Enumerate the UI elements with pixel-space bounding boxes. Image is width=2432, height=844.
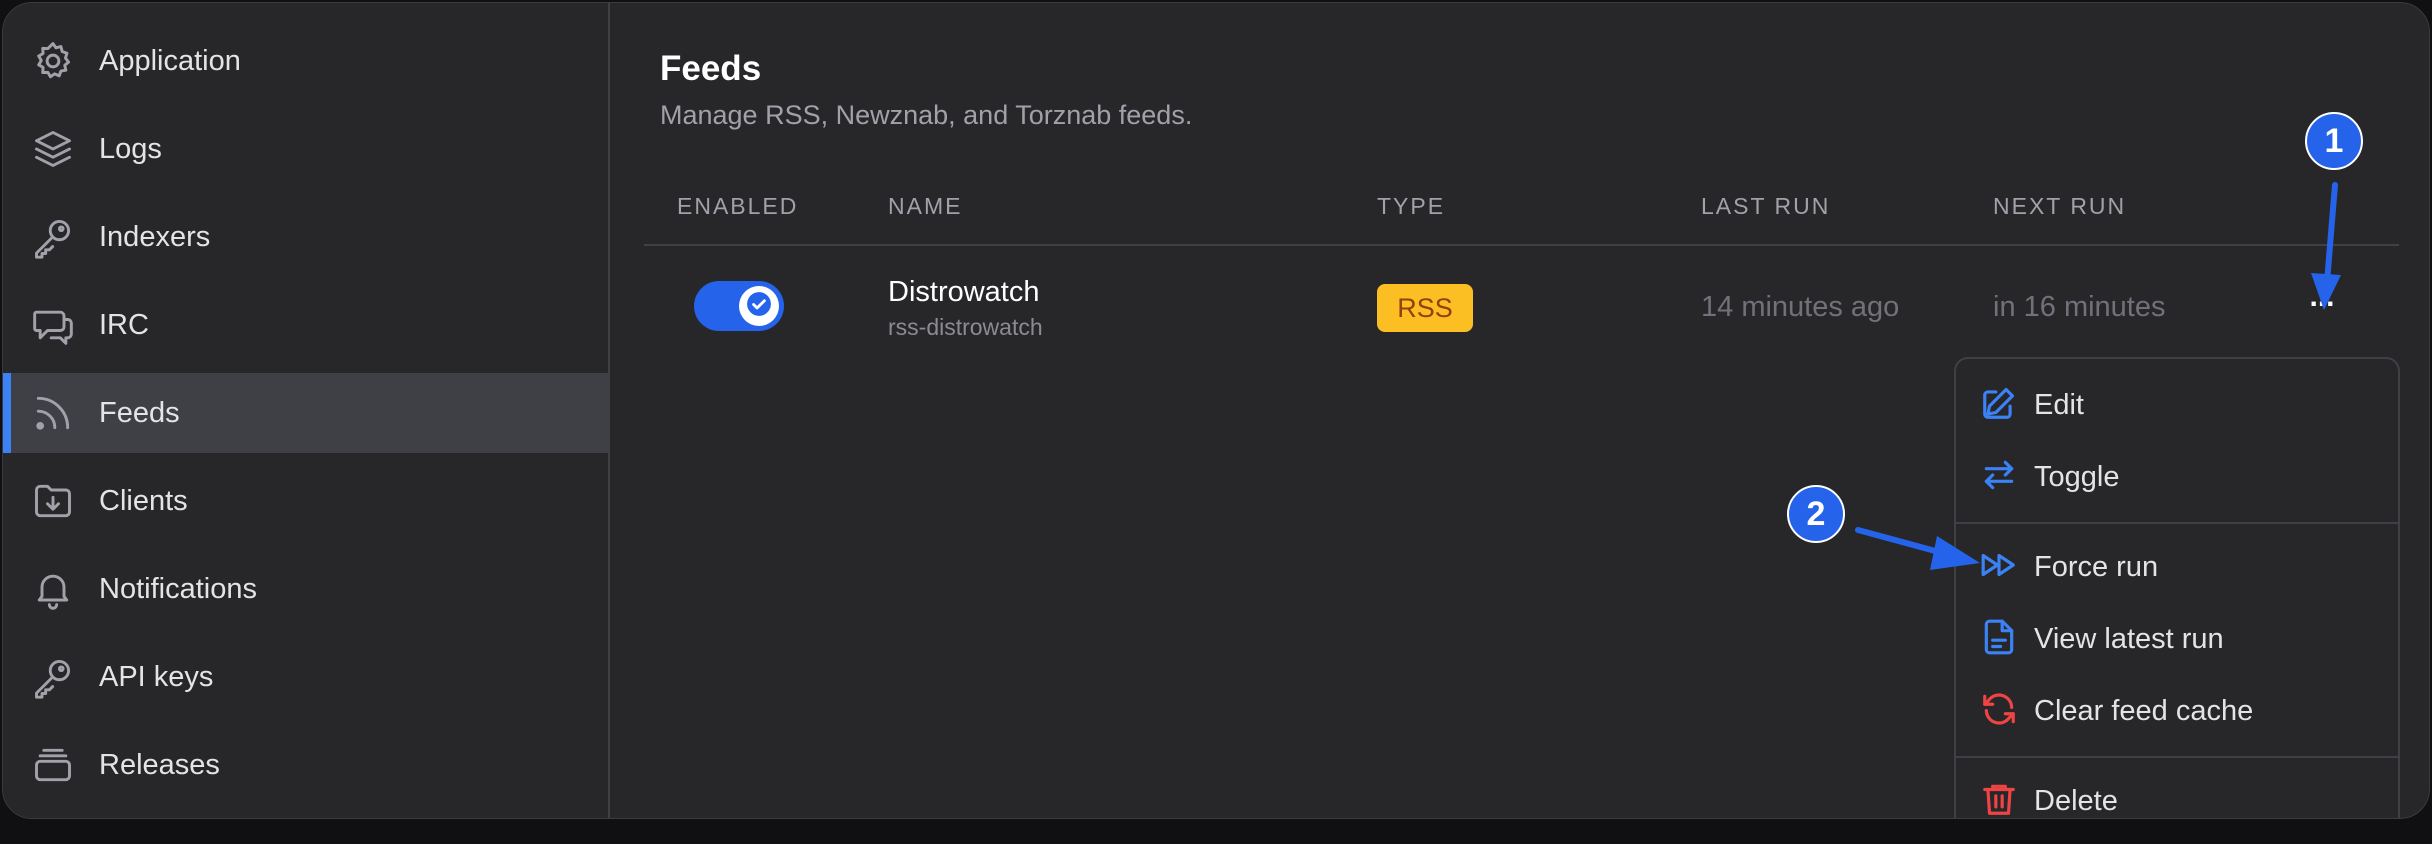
sidebar-item-label: Logs [99, 132, 162, 165]
rss-icon [29, 389, 77, 437]
column-header-next-run[interactable]: NEXT RUN [1993, 193, 2126, 220]
key-icon [29, 653, 77, 701]
annotation-step-1: 1 [2305, 112, 2363, 170]
menu-divider [1956, 522, 2398, 524]
menu-item-label: Force run [2034, 550, 2159, 583]
forward-icon [1980, 546, 2018, 589]
arrows-right-left-icon [1980, 456, 2018, 499]
feed-identifier: rss-distrowatch [888, 314, 1043, 340]
menu-item-label: Edit [2034, 388, 2084, 421]
folder-download-icon [29, 477, 77, 525]
gear-icon [29, 37, 77, 85]
page-title: Feeds [660, 49, 762, 88]
sidebar-item-label: API keys [99, 660, 214, 693]
sidebar-item-irc[interactable]: IRC [3, 285, 608, 365]
sidebar-item-label: Indexers [99, 220, 211, 253]
trash-icon [1980, 780, 2018, 819]
column-header-enabled[interactable]: ENABLED [677, 193, 798, 220]
menu-item-delete[interactable]: Delete [1956, 769, 2398, 819]
page-subtitle: Manage RSS, Newznab, and Torznab feeds. [660, 100, 1193, 130]
next-run-value: in 16 minutes [1993, 291, 2166, 323]
settings-sidebar: Application Logs Indexers IRC Feeds Clie… [3, 3, 610, 818]
table-header-divider [644, 244, 2399, 246]
feeds-panel: Feeds Manage RSS, Newznab, and Torznab f… [610, 3, 2429, 818]
menu-item-edit[interactable]: Edit [1956, 373, 2398, 437]
menu-item-toggle[interactable]: Toggle [1956, 445, 2398, 509]
pencil-square-icon [1980, 384, 2018, 427]
sidebar-item-application[interactable]: Application [3, 21, 608, 101]
arrow-path-icon [1980, 690, 2018, 733]
key-icon [29, 213, 77, 261]
sidebar-item-indexers[interactable]: Indexers [3, 197, 608, 277]
column-header-type[interactable]: TYPE [1377, 193, 1445, 220]
annotation-step-2: 2 [1787, 485, 1845, 543]
toggle-knob [739, 286, 779, 326]
archive-box-icon [29, 741, 77, 789]
feed-name[interactable]: Distrowatch [888, 276, 1040, 309]
sidebar-item-label: Releases [99, 748, 220, 781]
row-actions-button[interactable]: ... [2302, 282, 2342, 326]
sidebar-item-label: IRC [99, 308, 149, 341]
bell-icon [29, 565, 77, 613]
menu-item-view-latest-run[interactable]: View latest run [1956, 607, 2398, 671]
menu-item-label: Clear feed cache [2034, 694, 2254, 727]
enabled-toggle[interactable] [694, 281, 784, 331]
chat-bubbles-icon [29, 301, 77, 349]
column-header-last-run[interactable]: LAST RUN [1701, 193, 1830, 220]
menu-divider [1956, 756, 2398, 758]
menu-item-clear-feed-cache[interactable]: Clear feed cache [1956, 679, 2398, 743]
row-actions-menu: Edit Toggle Force run View latest run Cl… [1954, 357, 2400, 819]
layers-icon [29, 125, 77, 173]
sidebar-item-label: Application [99, 44, 241, 77]
sidebar-item-label: Clients [99, 484, 188, 517]
menu-item-label: Toggle [2034, 460, 2120, 493]
document-text-icon [1980, 618, 2018, 661]
sidebar-item-api-keys[interactable]: API keys [3, 637, 608, 717]
column-header-name[interactable]: NAME [888, 193, 962, 220]
settings-window: Application Logs Indexers IRC Feeds Clie… [2, 2, 2430, 819]
sidebar-item-label: Notifications [99, 572, 257, 605]
sidebar-item-releases[interactable]: Releases [3, 725, 608, 805]
sidebar-item-notifications[interactable]: Notifications [3, 549, 608, 629]
sidebar-item-label: Feeds [99, 396, 180, 429]
last-run-value: 14 minutes ago [1701, 291, 1900, 323]
check-icon [746, 291, 772, 322]
sidebar-item-clients[interactable]: Clients [3, 461, 608, 541]
sidebar-item-feeds[interactable]: Feeds [3, 373, 608, 453]
sidebar-item-logs[interactable]: Logs [3, 109, 608, 189]
menu-item-label: Delete [2034, 784, 2118, 817]
menu-item-force-run[interactable]: Force run [1956, 535, 2398, 599]
feed-type-badge: RSS [1377, 284, 1473, 332]
menu-item-label: View latest run [2034, 622, 2224, 655]
